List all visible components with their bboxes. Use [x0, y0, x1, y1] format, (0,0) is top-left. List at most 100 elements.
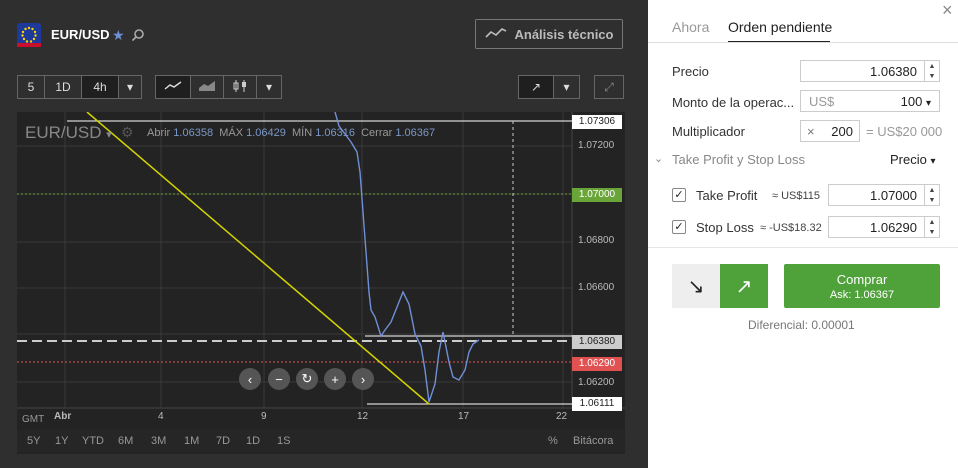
amount-select[interactable]: US$ 100 ▾ [800, 90, 940, 112]
chevron-down-icon: ▾ [563, 80, 570, 94]
close-icon[interactable]: × [942, 0, 953, 21]
fullscreen-button[interactable]: ⤢ [594, 75, 624, 99]
range-bar [17, 430, 625, 452]
time-tick: Abr [54, 411, 72, 422]
time-tick: 9 [261, 411, 267, 422]
chevron-down-icon: ▾ [106, 129, 112, 141]
arrow-down-right-icon: ↘ [687, 275, 705, 298]
order-panel: × Ahora Orden pendiente Precio 1.06380 ▲… [648, 0, 958, 468]
price-tag-top: 1.07306 [572, 115, 622, 129]
price-chart[interactable]: EUR/USD ▾ ⚙ Abrir 1.06358 MÁX 1.06429 MÍ… [17, 112, 625, 454]
multiplier-result: = US$20 000 [866, 124, 943, 139]
percent-toggle[interactable]: % [548, 435, 558, 447]
price-label: Precio [672, 64, 709, 79]
reset-chart-button[interactable]: ↻ [296, 368, 318, 390]
chevron-down-icon: ▾ [265, 80, 273, 94]
chevron-down-icon[interactable]: ⌄ [654, 152, 663, 165]
range-1s[interactable]: 1S [277, 435, 290, 447]
price-tick: 1.06800 [578, 235, 615, 246]
range-1m[interactable]: 1M [184, 435, 199, 447]
candlestick-icon [232, 79, 248, 96]
time-tick: 4 [158, 411, 164, 422]
draw-arrow-button[interactable]: ↗ [518, 75, 554, 99]
stop-loss-label: Stop Loss [696, 220, 754, 235]
take-profit-input[interactable]: 1.07000 ▲ ▼ [828, 184, 940, 206]
chart-symbol-label[interactable]: EUR/USD ▾ [25, 123, 112, 143]
amount-label: Monto de la operac... [672, 95, 795, 110]
zoom-out-button[interactable]: − [268, 368, 290, 390]
timeframe-1d[interactable]: 1D [44, 75, 82, 99]
price-tick: 1.07200 [578, 140, 615, 151]
stop-loss-amount: ≈ -US$18.32 [760, 222, 822, 234]
take-profit-stepper[interactable]: ▲ ▼ [924, 185, 939, 205]
arrow-up-right-icon: ↗ [735, 275, 753, 298]
chevron-down-icon: ▾ [126, 80, 134, 94]
take-profit-tag: 1.07000 [572, 188, 622, 202]
multiplier-input[interactable]: × 200 [800, 120, 860, 142]
timezone-label: GMT [22, 414, 45, 425]
timeframe-5[interactable]: 5 [17, 75, 45, 99]
current-price-tag: 1.06380 [572, 335, 622, 349]
fullscreen-icon: ⤢ [604, 79, 614, 94]
price-tick: 1.06600 [578, 282, 615, 293]
divider [648, 42, 958, 43]
price-input[interactable]: 1.06380 ▲ ▼ [800, 60, 940, 82]
candlestick-button[interactable] [223, 75, 257, 99]
line-chart-icon [164, 80, 182, 94]
draw-tools-dropdown[interactable]: ▾ [553, 75, 580, 99]
scroll-right-button[interactable]: › [352, 368, 374, 390]
technical-analysis-button[interactable]: Análisis técnico [475, 19, 623, 49]
technical-analysis-label: Análisis técnico [514, 26, 614, 42]
tpsl-mode-select[interactable]: Precio ▾ [890, 152, 936, 167]
range-3m[interactable]: 3M [151, 435, 166, 447]
ohlc-readout: Abrir 1.06358 MÁX 1.06429 MÍN 1.06316 Ce… [147, 127, 436, 139]
line-chart-button[interactable] [155, 75, 191, 99]
take-profit-label: Take Profit [696, 188, 758, 203]
timeframe-dropdown[interactable]: ▾ [118, 75, 142, 99]
chart-type-dropdown[interactable]: ▾ [256, 75, 282, 99]
price-tag-bottom: 1.06111 [572, 397, 622, 411]
chart-pane: EUR/USD ★ Análisis técnico 5 1D 4h ▾ ▾ ↗… [0, 0, 648, 468]
trend-line-icon [484, 27, 507, 42]
stop-loss-checkbox[interactable]: ✓ [672, 220, 686, 234]
tab-pending-order[interactable]: Orden pendiente [728, 19, 832, 35]
arrow-up-right-icon: ↗ [530, 80, 542, 94]
range-6m[interactable]: 6M [118, 435, 133, 447]
stop-loss-stepper[interactable]: ▲ ▼ [924, 217, 939, 237]
range-7d[interactable]: 7D [216, 435, 230, 447]
spread-label: Diferencial: 0.00001 [748, 318, 855, 332]
favorite-star-icon[interactable]: ★ [112, 27, 125, 44]
log-toggle[interactable]: Bitácora [573, 435, 613, 447]
price-line [334, 112, 480, 403]
settings-gear-icon[interactable]: ⚙ [121, 124, 134, 141]
sell-direction-button[interactable]: ↘ [672, 264, 720, 308]
search-icon[interactable] [131, 28, 145, 47]
range-1y[interactable]: 1Y [55, 435, 68, 447]
zoom-in-button[interactable]: + [324, 368, 346, 390]
range-ytd[interactable]: YTD [82, 435, 104, 447]
price-tick: 1.06200 [578, 377, 615, 388]
range-5y[interactable]: 5Y [27, 435, 40, 447]
time-tick: 12 [357, 411, 369, 422]
stop-loss-tag: 1.06290 [572, 357, 622, 371]
tab-now[interactable]: Ahora [672, 19, 709, 35]
range-1d[interactable]: 1D [246, 435, 260, 447]
tpsl-label[interactable]: Take Profit y Stop Loss [672, 152, 805, 167]
symbol-title: EUR/USD [51, 27, 110, 42]
buy-button[interactable]: Comprar Ask: 1.06367 [784, 264, 940, 308]
area-chart-icon [198, 80, 216, 95]
chevron-down-icon: ▾ [930, 156, 936, 167]
scroll-left-button[interactable]: ‹ [239, 368, 261, 390]
multiplier-label: Multiplicador [672, 124, 745, 139]
buy-ask: Ask: 1.06367 [829, 288, 895, 301]
buy-label: Comprar [836, 271, 888, 287]
eu-flag-icon [17, 23, 41, 47]
buy-direction-button[interactable]: ↗ [720, 264, 768, 308]
take-profit-checkbox[interactable]: ✓ [672, 188, 686, 202]
timeframe-4h[interactable]: 4h [81, 75, 119, 99]
area-chart-button[interactable] [190, 75, 224, 99]
time-tick: 22 [556, 411, 568, 422]
take-profit-amount: ≈ US$115 [772, 190, 821, 202]
stop-loss-input[interactable]: 1.06290 ▲ ▼ [828, 216, 940, 238]
price-stepper[interactable]: ▲ ▼ [924, 61, 939, 81]
